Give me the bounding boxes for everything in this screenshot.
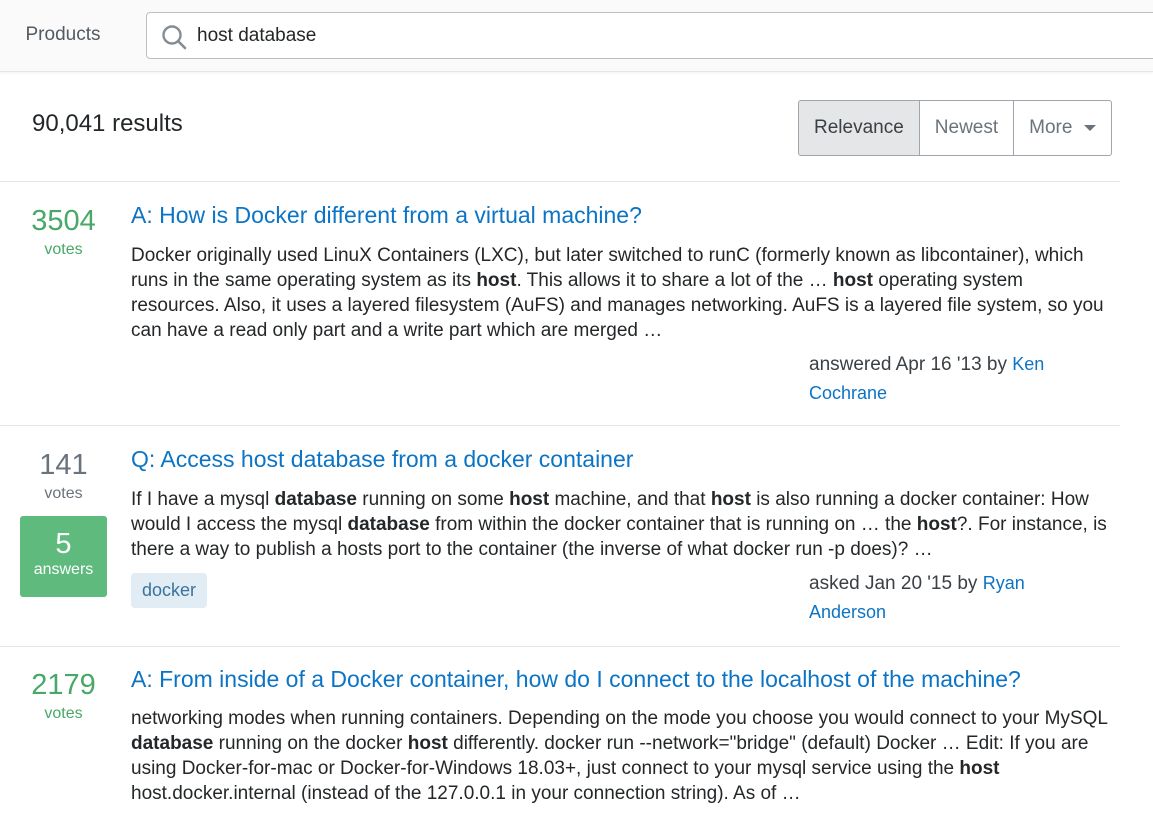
result-stats: 2179 votes [20,668,107,724]
votes-label: votes [44,485,83,502]
products-menu[interactable]: Products [0,14,126,56]
search-result: 3504 votes A: How is Docker different fr… [0,190,1120,425]
results-count: 90,041 results [32,110,183,137]
result-meta: asked Jan 20 '15 by Ryan Anderson [809,569,1069,627]
search-input[interactable] [195,13,1153,58]
result-stats: 141 votes 5 answers [20,448,107,597]
sort-more-label: More [1029,117,1073,138]
vote-count: 3504 [31,205,96,237]
answers-badge: 5 answers [20,516,107,597]
sort-options: Relevance Newest More [798,100,1113,156]
answer-count: 5 [55,528,72,560]
result-excerpt: networking modes when running containers… [131,708,1108,804]
search-result: 141 votes 5 answers Q: Access host datab… [0,426,1120,646]
answers-label: answers [33,561,94,578]
search-icon [162,25,187,50]
meta-text: answered Apr 16 '13 by [809,354,1013,375]
sort-more-button[interactable]: More [1013,100,1113,156]
result-title-link[interactable]: Q: Access host database from a docker co… [131,446,633,473]
chevron-down-icon [1084,125,1097,131]
sort-relevance-button[interactable]: Relevance [798,100,920,156]
divider [0,181,1120,182]
result-excerpt: Docker originally used LinuX Containers … [131,245,1104,341]
result-title-link[interactable]: A: From inside of a Docker container, ho… [131,666,1021,693]
tag-docker[interactable]: docker [131,573,208,608]
search-box[interactable] [146,12,1153,59]
meta-text: asked Jan 20 '15 by [809,573,983,594]
result-stats: 3504 votes [20,204,107,260]
result-meta: answered Apr 16 '13 by Ken Cochrane [809,350,1069,408]
votes-label: votes [44,705,83,722]
votes-label: votes [44,241,83,258]
result-excerpt: If I have a mysql database running on so… [131,489,1107,560]
vote-count: 141 [39,449,88,481]
search-result: 2179 votes A: From inside of a Docker co… [0,647,1120,817]
top-bar: Products [0,0,1153,72]
vote-count: 2179 [31,669,96,701]
result-title-link[interactable]: A: How is Docker different from a virtua… [131,202,642,229]
sort-newest-button[interactable]: Newest [918,100,1015,156]
